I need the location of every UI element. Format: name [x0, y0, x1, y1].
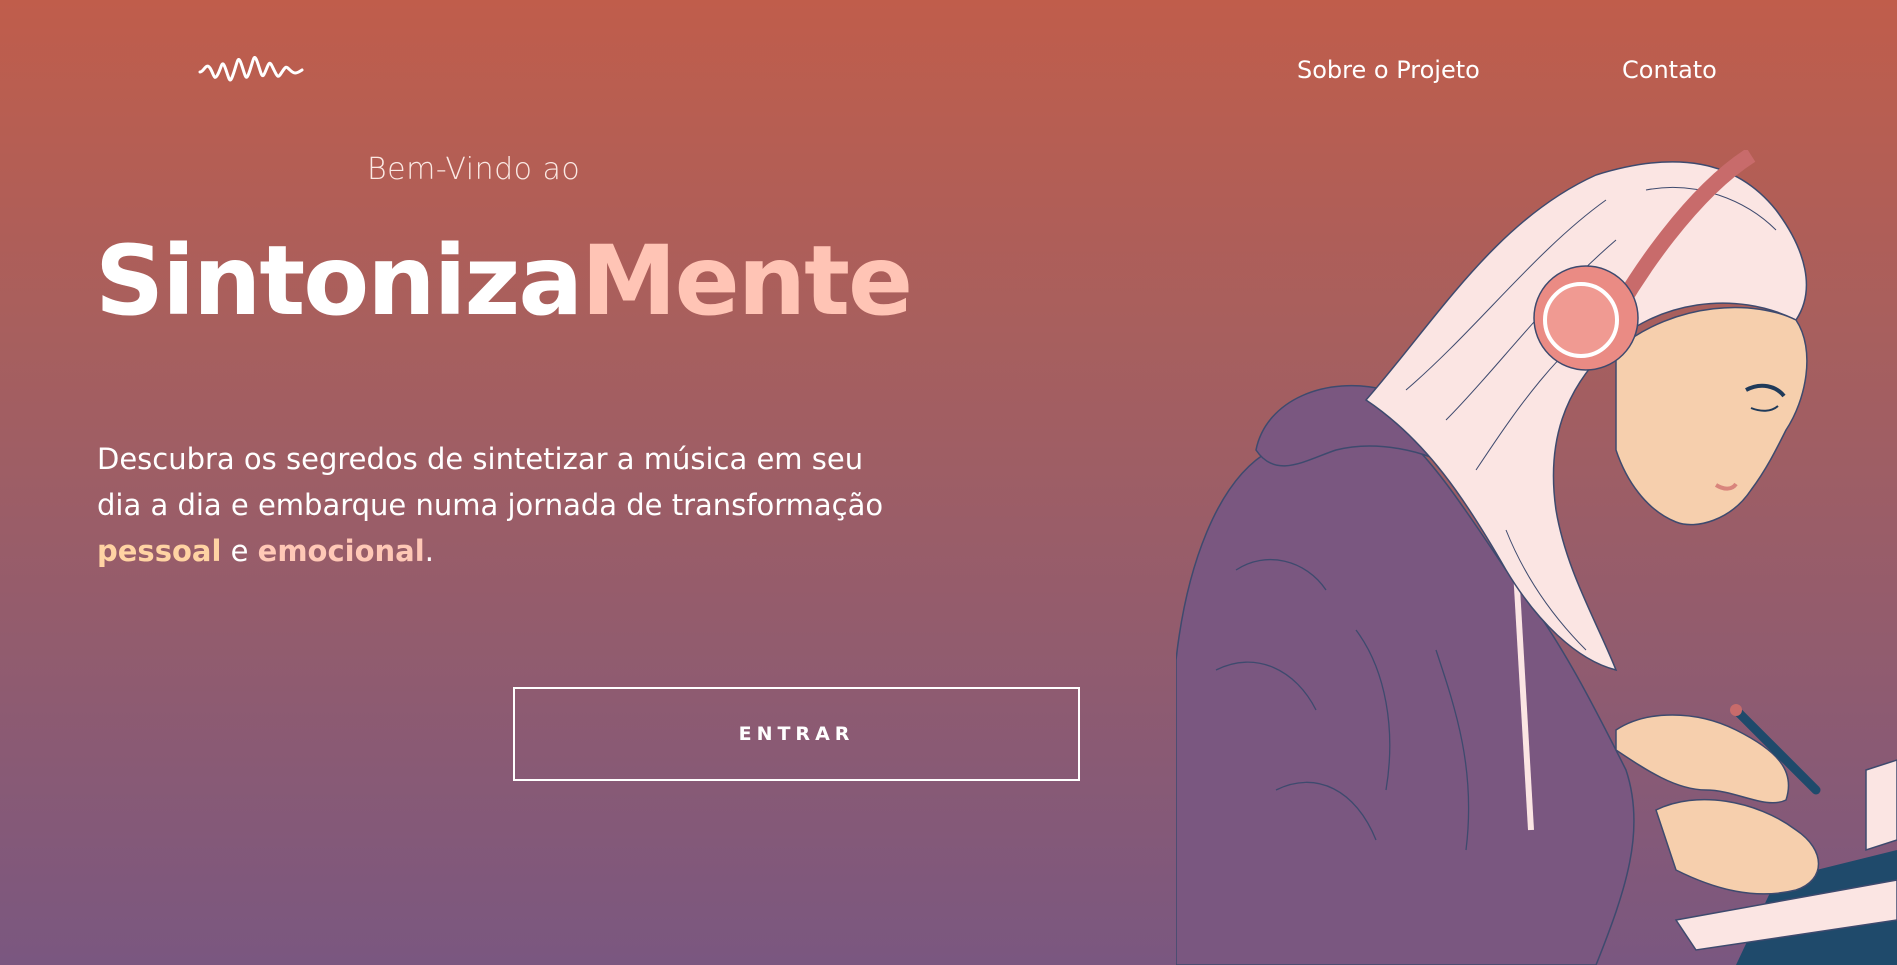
description-connector: e	[221, 534, 258, 568]
brand-title-part1: Sintoniza	[95, 225, 583, 337]
description-text: Descubra os segredos de sintetizar a mús…	[97, 442, 884, 522]
highlight-emocional: emocional	[257, 534, 425, 568]
hero-description: Descubra os segredos de sintetizar a mús…	[97, 436, 897, 574]
nav-contact-link[interactable]: Contato	[1622, 56, 1717, 84]
enter-button[interactable]: ENTRAR	[513, 687, 1080, 781]
top-nav: Sobre o Projeto Contato	[0, 52, 1897, 92]
brand-title: SintonizaMente	[95, 225, 913, 337]
welcome-text: Bem-Vindo ao	[367, 152, 581, 187]
highlight-pessoal: pessoal	[97, 534, 222, 568]
brand-title-part2: Mente	[581, 225, 913, 337]
description-end: .	[424, 534, 434, 568]
nav-about-link[interactable]: Sobre o Projeto	[1297, 56, 1480, 84]
girl-with-headphones-illustration	[1176, 150, 1897, 965]
